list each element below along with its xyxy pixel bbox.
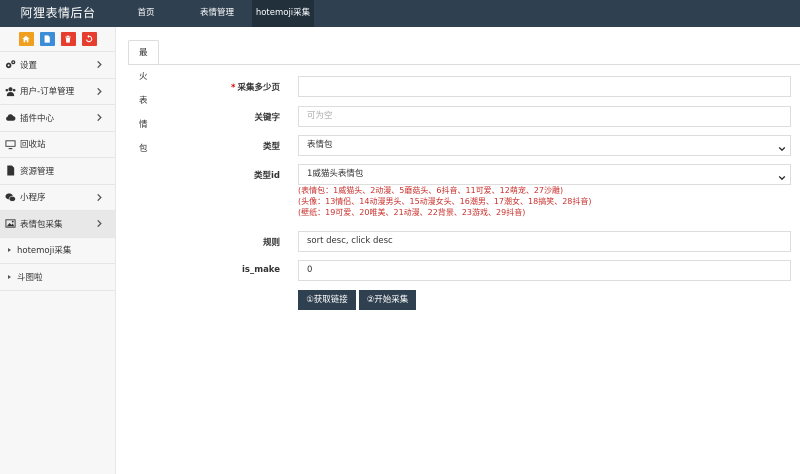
top-nav: 首页 表情管理 hotemoji采集 [126,0,314,27]
image-icon [4,218,16,230]
caret-right-icon [8,274,11,279]
sidebar-item-users-orders[interactable]: 用户-订单管理 [0,77,115,105]
submenu-item-label: 斗图啦 [17,272,43,283]
keyword-input[interactable]: 可为空 [298,106,791,127]
type-select[interactable]: 表情包 [298,135,791,156]
sidebar-item-emoji-collect[interactable]: 表情包采集 [0,210,115,237]
gears-icon [4,59,16,71]
pages-label: * 采集多少页 [231,83,280,93]
keyword-label: 关键字 [254,113,280,123]
cloud-icon [4,112,16,124]
chevron-right-icon [95,219,104,228]
chevron-right-icon [95,87,104,96]
type-id-select[interactable]: 1威猫头表情包 [298,164,791,185]
file-button[interactable] [39,32,55,46]
recycle-button[interactable] [81,32,97,46]
nav-home[interactable]: 首页 [126,0,166,27]
trash-button[interactable] [60,32,76,46]
type-select-value: 表情包 [307,140,333,150]
chevron-right-icon [95,113,104,122]
file-icon [44,35,50,43]
submenu-item-label: hotemoji采集 [17,246,72,257]
sidebar-item-label: 回收站 [20,140,46,151]
trash-icon [65,35,71,43]
required-mark: * [231,83,236,93]
home-icon [22,35,30,43]
rule-label: 规则 [262,238,280,248]
wechat-icon [4,191,16,203]
start-collect-button[interactable]: ②开始采集 [359,290,416,310]
type-id-select-value: 1威猫头表情包 [307,169,364,179]
is-make-label: is_make [241,265,280,275]
sidebar-item-label: 小程序 [20,193,46,204]
sidebar-item-label: 资源管理 [20,166,55,177]
tab-divider [128,64,800,65]
tab-hottest-emoji[interactable]: 最火表情包 [128,40,159,154]
caret-right-icon [8,248,11,253]
home-button[interactable] [18,32,34,46]
users-icon [4,85,16,97]
type-label: 类型 [262,142,280,152]
monitor-icon [4,138,16,150]
get-links-button[interactable]: ①获取链接 [298,290,356,310]
type-id-label: 类型id [254,171,280,181]
recycle-icon [85,35,93,43]
chevron-right-icon [95,193,104,202]
pages-input[interactable] [298,76,791,97]
rule-input[interactable]: sort desc, click desc [298,231,791,252]
is-make-input[interactable]: 0 [298,260,791,281]
chevron-down-icon [778,142,786,152]
sidebar-item-label: 用户-订单管理 [20,87,75,98]
sidebar-item-settings[interactable]: 设置 [0,51,115,78]
type-id-hint-wallpaper: (壁纸：19可爱、20唯美、21动漫、22背景、23游戏、29抖音) [298,208,526,217]
sidebar-item-label: 设置 [20,60,38,71]
sidebar-item-resources[interactable]: 资源管理 [0,157,115,184]
sidebar-item-label: 插件中心 [20,113,55,124]
sidebar: 设置 用户-订单管理 插件中心 回收站 资源管理 小程序 表情包采集 hotem… [0,27,116,474]
sidebar-item-miniprogram[interactable]: 小程序 [0,183,115,211]
type-id-hint-avatar: (头像：13情侣、14动漫男头、15动漫女头、16潮男、17潮女、18搞笑、28… [298,197,592,206]
type-id-hint-emoji: (表情包：1威猫头、2动漫、5蘑菇头、6抖音、11可爱、12萌宠、27沙雕) [298,186,564,195]
chevron-right-icon [95,60,104,69]
file-icon [4,165,16,177]
sidebar-item-plugins[interactable]: 插件中心 [0,104,115,131]
brand-title: 阿狸表情后台 [20,6,96,20]
sidebar-item-label: 表情包采集 [20,219,63,230]
nav-hotemoji-collect[interactable]: hotemoji采集 [252,0,314,27]
quick-actions [0,27,115,51]
submenu-item-doutula[interactable]: 斗图啦 [0,263,115,290]
submenu-item-hotemoji[interactable]: hotemoji采集 [0,236,115,264]
top-navbar: 阿狸表情后台 首页 表情管理 hotemoji采集 [0,0,800,27]
nav-emoji-manage[interactable]: 表情管理 [182,0,252,27]
sidebar-item-recycle-bin[interactable]: 回收站 [0,130,115,158]
chevron-down-icon [778,171,786,181]
